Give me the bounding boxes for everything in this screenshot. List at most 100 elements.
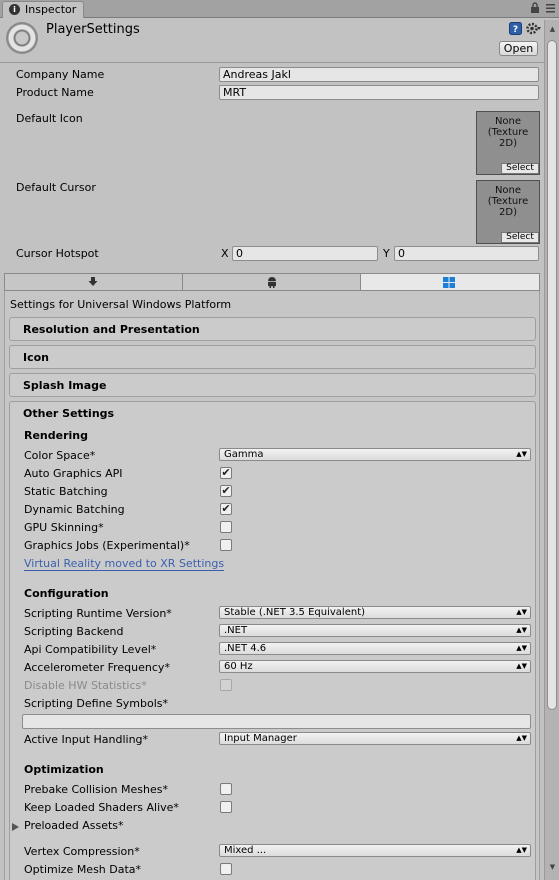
open-button[interactable]: Open bbox=[499, 41, 538, 56]
default-icon-label: Default Icon bbox=[16, 112, 83, 125]
foldout-arrow-icon[interactable] bbox=[12, 821, 19, 834]
section-other-title[interactable]: Other Settings bbox=[23, 407, 114, 420]
accelerometer-label: Accelerometer Frequency* bbox=[24, 661, 170, 674]
tab-menu-icon[interactable] bbox=[546, 3, 555, 16]
hotspot-x-label: X bbox=[221, 247, 229, 260]
scrollbar-thumb[interactable] bbox=[547, 40, 557, 710]
define-symbols-field[interactable] bbox=[22, 714, 531, 729]
vertical-scrollbar[interactable]: ▲ ▼ bbox=[544, 20, 559, 880]
scripting-runtime-label: Scripting Runtime Version* bbox=[24, 607, 172, 620]
preloaded-assets-label[interactable]: Preloaded Assets* bbox=[24, 819, 124, 832]
vertex-compression-value: Mixed ... bbox=[224, 845, 267, 856]
api-compat-value: .NET 4.6 bbox=[224, 643, 267, 654]
dropdown-arrow-icon: ▲▼ bbox=[516, 644, 527, 652]
texture-type-text-2: 2D) bbox=[499, 138, 517, 149]
inspector-tab-label: Inspector bbox=[25, 3, 77, 16]
disable-hw-stats-label: Disable HW Statistics* bbox=[24, 679, 147, 692]
auto-graphics-api-checkbox[interactable]: ✔ bbox=[220, 467, 232, 479]
optimize-mesh-checkbox[interactable] bbox=[220, 863, 232, 875]
scripting-backend-dropdown[interactable]: .NET ▲▼ bbox=[219, 624, 531, 637]
dropdown-arrow-icon: ▲▼ bbox=[516, 608, 527, 616]
texture-type-text-2: 2D) bbox=[499, 207, 517, 218]
active-input-value: Input Manager bbox=[224, 733, 297, 744]
vr-settings-link[interactable]: Virtual Reality moved to XR Settings bbox=[24, 557, 225, 571]
hotspot-y-field[interactable]: 0 bbox=[394, 246, 539, 261]
section-resolution[interactable]: Resolution and Presentation bbox=[9, 317, 536, 341]
section-resolution-title: Resolution and Presentation bbox=[23, 323, 200, 336]
dropdown-arrow-icon: ▲▼ bbox=[516, 846, 527, 854]
prebake-checkbox[interactable] bbox=[220, 783, 232, 795]
scripting-runtime-value: Stable (.NET 3.5 Equivalent) bbox=[224, 607, 366, 618]
scroll-up-icon[interactable]: ▲ bbox=[547, 24, 558, 35]
info-icon: i bbox=[9, 4, 20, 15]
dynamic-batching-label: Dynamic Batching bbox=[24, 503, 125, 516]
default-cursor-label: Default Cursor bbox=[16, 181, 96, 194]
platform-tab-bar bbox=[4, 273, 540, 291]
section-icon-title: Icon bbox=[23, 351, 50, 364]
prebake-label: Prebake Collision Meshes* bbox=[24, 783, 168, 796]
section-splash[interactable]: Splash Image bbox=[9, 373, 536, 397]
dropdown-arrow-icon: ▲▼ bbox=[516, 662, 527, 670]
optimize-mesh-label: Optimize Mesh Data* bbox=[24, 863, 142, 876]
gpu-skinning-checkbox[interactable] bbox=[220, 521, 232, 533]
color-space-label: Color Space* bbox=[24, 449, 96, 462]
svg-text:?: ? bbox=[513, 25, 518, 35]
tab-windows[interactable] bbox=[361, 274, 539, 290]
static-batching-checkbox[interactable]: ✔ bbox=[220, 485, 232, 497]
company-name-label: Company Name bbox=[16, 68, 105, 81]
section-icon[interactable]: Icon bbox=[9, 345, 536, 369]
section-splash-title: Splash Image bbox=[23, 379, 107, 392]
dropdown-arrow-icon: ▲▼ bbox=[516, 450, 527, 458]
default-icon-slot[interactable]: None (Texture 2D) Select bbox=[476, 111, 540, 175]
select-cursor-button[interactable]: Select bbox=[501, 232, 539, 243]
settings-gear-icon[interactable] bbox=[526, 22, 541, 38]
keep-shaders-checkbox[interactable] bbox=[220, 801, 232, 813]
accelerometer-dropdown[interactable]: 60 Hz ▲▼ bbox=[219, 660, 531, 673]
dropdown-arrow-icon: ▲▼ bbox=[516, 734, 527, 742]
texture-type-text: (Texture bbox=[487, 196, 529, 207]
download-icon bbox=[88, 277, 98, 286]
dropdown-arrow-icon: ▲▼ bbox=[516, 626, 527, 634]
disable-hw-stats-checkbox bbox=[220, 679, 232, 691]
vertex-compression-label: Vertex Compression* bbox=[24, 845, 140, 858]
windows-icon bbox=[443, 277, 455, 288]
define-symbols-label: Scripting Define Symbols* bbox=[24, 697, 169, 710]
texture-none-text: None bbox=[494, 116, 522, 127]
android-icon bbox=[268, 277, 276, 288]
scroll-down-icon[interactable]: ▼ bbox=[547, 862, 558, 873]
vertex-compression-dropdown[interactable]: Mixed ... ▲▼ bbox=[219, 844, 531, 857]
inspector-tab[interactable]: i Inspector bbox=[2, 1, 84, 18]
gpu-skinning-label: GPU Skinning* bbox=[24, 521, 104, 534]
hotspot-x-field[interactable]: 0 bbox=[232, 246, 378, 261]
color-space-dropdown[interactable]: Gamma ▲▼ bbox=[219, 448, 531, 461]
auto-graphics-api-label: Auto Graphics API bbox=[24, 467, 123, 480]
scripting-backend-value: .NET bbox=[224, 625, 248, 636]
scripting-backend-label: Scripting Backend bbox=[24, 625, 124, 638]
hotspot-y-label: Y bbox=[383, 247, 390, 260]
company-name-field[interactable]: Andreas Jakl bbox=[219, 67, 539, 82]
select-icon-button[interactable]: Select bbox=[501, 163, 539, 174]
help-icon[interactable]: ? bbox=[509, 22, 522, 38]
graphics-jobs-label: Graphics Jobs (Experimental)* bbox=[24, 539, 190, 552]
optimization-heading: Optimization bbox=[24, 763, 104, 776]
tab-android[interactable] bbox=[183, 274, 361, 290]
product-name-label: Product Name bbox=[16, 86, 94, 99]
product-name-field[interactable]: MRT bbox=[219, 85, 539, 100]
configuration-heading: Configuration bbox=[24, 587, 109, 600]
lock-icon[interactable] bbox=[530, 2, 540, 17]
tab-standalone[interactable] bbox=[5, 274, 183, 290]
rendering-heading: Rendering bbox=[24, 429, 88, 442]
player-settings-gear-icon bbox=[6, 22, 38, 54]
page-title: PlayerSettings bbox=[46, 22, 140, 37]
graphics-jobs-checkbox[interactable] bbox=[220, 539, 232, 551]
static-batching-label: Static Batching bbox=[24, 485, 108, 498]
api-compat-dropdown[interactable]: .NET 4.6 ▲▼ bbox=[219, 642, 531, 655]
api-compat-label: Api Compatibility Level* bbox=[24, 643, 157, 656]
default-cursor-slot[interactable]: None (Texture 2D) Select bbox=[476, 180, 540, 244]
scripting-runtime-dropdown[interactable]: Stable (.NET 3.5 Equivalent) ▲▼ bbox=[219, 606, 531, 619]
platform-heading: Settings for Universal Windows Platform bbox=[10, 298, 232, 311]
dynamic-batching-checkbox[interactable]: ✔ bbox=[220, 503, 232, 515]
active-input-label: Active Input Handling* bbox=[24, 733, 149, 746]
active-input-dropdown[interactable]: Input Manager ▲▼ bbox=[219, 732, 531, 745]
keep-shaders-label: Keep Loaded Shaders Alive* bbox=[24, 801, 179, 814]
